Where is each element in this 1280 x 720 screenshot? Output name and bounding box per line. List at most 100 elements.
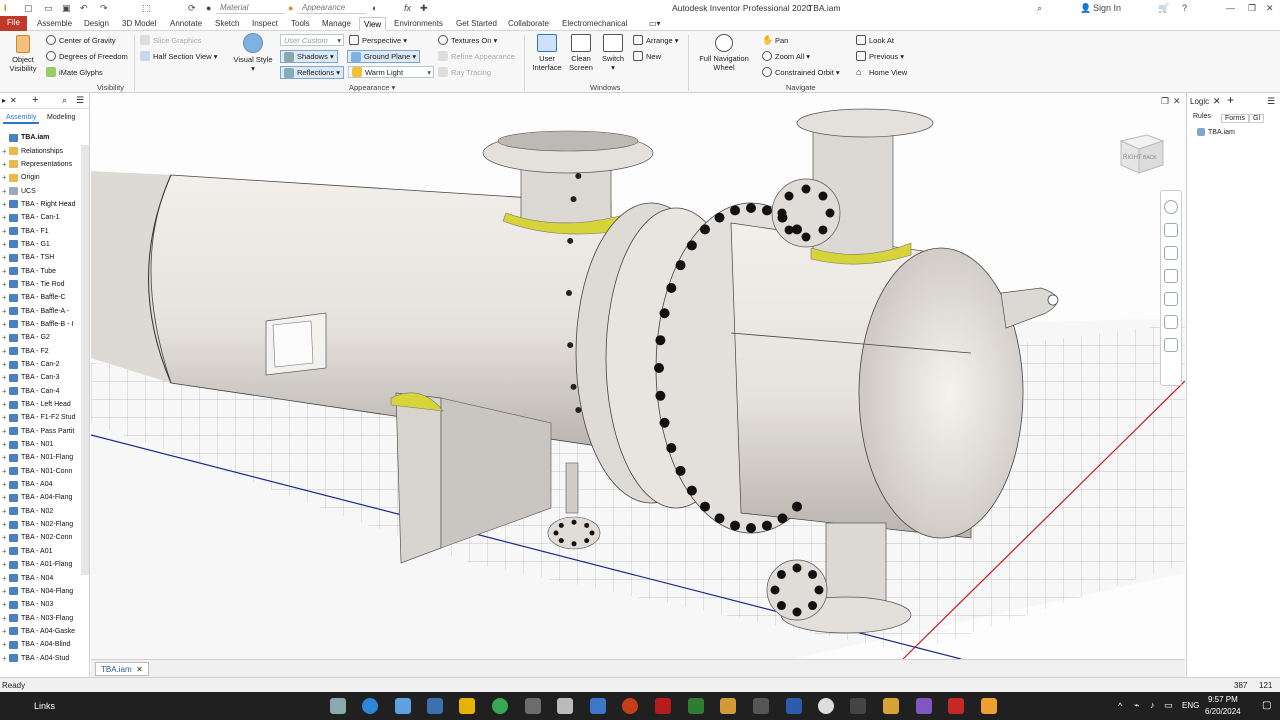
expand-icon[interactable]: + (2, 520, 9, 529)
network-icon[interactable]: ⌁ (1134, 700, 1139, 711)
home-view-button[interactable]: ⌂ Home View (856, 67, 907, 77)
tree-item[interactable]: + Relationships (0, 144, 80, 157)
expand-icon[interactable]: + (2, 227, 9, 236)
tree-item[interactable]: + TBA - F1 (0, 224, 80, 237)
nav-view-face-icon[interactable] (1164, 292, 1178, 306)
browser-options-icon[interactable]: ☰ (76, 95, 84, 106)
user-icon[interactable]: 👤 (1080, 2, 1091, 14)
tab-sketch[interactable]: Sketch (211, 17, 243, 31)
appearance-combo[interactable]: Appearance (298, 1, 366, 14)
acrobat-icon[interactable] (655, 698, 671, 714)
nav-look-icon[interactable] (1164, 315, 1178, 329)
expand-icon[interactable]: + (2, 213, 9, 222)
tab-file[interactable]: File (0, 16, 27, 31)
expand-icon[interactable]: + (2, 560, 9, 569)
tab-electromechanical[interactable]: Electromechanical (558, 17, 631, 31)
installer-icon[interactable] (720, 698, 736, 714)
tab-collaborate[interactable]: Collaborate (504, 17, 553, 31)
chrome-icon[interactable] (492, 698, 508, 714)
view-cube[interactable]: RIGHT BACK (1119, 131, 1165, 175)
ilogic-tab-rules[interactable]: Rules (1193, 113, 1211, 120)
inventor-icon[interactable] (883, 698, 899, 714)
expand-icon[interactable]: + (2, 280, 9, 289)
half-section-view-button[interactable]: Half Section View ▾ (140, 51, 218, 61)
tree-item[interactable]: + TBA - Can-3 (0, 371, 80, 384)
expand-icon[interactable]: + (2, 533, 9, 542)
center-of-gravity-button[interactable]: Center of Gravity (46, 35, 116, 45)
taskbar-links[interactable]: Links (34, 701, 55, 711)
tab-annotate[interactable]: Annotate (166, 17, 206, 31)
expand-icon[interactable]: + (2, 373, 9, 382)
expand-icon[interactable]: + (2, 147, 9, 156)
previous-view-button[interactable]: Previous ▾ (856, 51, 904, 61)
ribbon-options-icon[interactable]: ▭▾ (645, 17, 665, 31)
3d-model-view[interactable] (91, 93, 1185, 659)
app2-icon[interactable] (981, 698, 997, 714)
edge-icon[interactable] (362, 698, 378, 714)
user-custom-select[interactable]: User Custom ▾ (280, 34, 344, 46)
visual-studio-icon[interactable] (916, 698, 932, 714)
clock-time[interactable]: 9:57 PM (1208, 695, 1238, 704)
open-icon[interactable]: ▭ (44, 2, 53, 14)
nav-walk-icon[interactable] (1164, 338, 1178, 352)
reflections-toggle[interactable]: Reflections ▾ (280, 66, 344, 79)
tab-inspect[interactable]: Inspect (248, 17, 282, 31)
battery-icon[interactable]: ▭ (1164, 700, 1173, 711)
zoom-all-button[interactable]: Zoom All ▾ (762, 51, 810, 61)
ray-tracing-button[interactable]: Ray Tracing (438, 67, 491, 77)
clock-date[interactable]: 6/20/2024 (1205, 707, 1241, 716)
task-view-icon[interactable] (330, 698, 346, 714)
visual-style-button[interactable]: Visual Style ▾ (232, 33, 274, 73)
app-icon[interactable] (525, 698, 541, 714)
nav-orbit-icon[interactable] (1164, 269, 1178, 283)
ilogic-close-icon[interactable]: ✕ (1213, 96, 1221, 107)
ilogic-tab-global[interactable]: Gl (1249, 114, 1264, 123)
expand-icon[interactable]: + (2, 240, 9, 249)
expand-icon[interactable]: + (2, 400, 9, 409)
graphics-viewport[interactable]: RIGHT BACK ❐ ✕ (91, 93, 1185, 659)
tree-item[interactable]: + TBA - G1 (0, 238, 80, 251)
tree-item[interactable]: + TBA - Baffle-A - (0, 304, 80, 317)
expand-icon[interactable]: + (2, 173, 9, 182)
save-icon[interactable]: ▣ (62, 2, 71, 14)
remote-icon[interactable] (590, 698, 606, 714)
tab-3d-model[interactable]: 3D Model (118, 17, 160, 31)
tree-item[interactable]: + TBA - Left Head (0, 398, 80, 411)
restore-icon[interactable]: ❐ (1248, 2, 1256, 14)
slice-graphics-button[interactable]: Slice Graphics (140, 35, 201, 45)
language-indicator[interactable]: ENG (1182, 701, 1199, 710)
tree-item[interactable]: + TBA - G2 (0, 331, 80, 344)
tree-item[interactable]: + TBA - A04-Flang (0, 491, 80, 504)
tab-manage[interactable]: Manage (318, 17, 355, 31)
document-tab-close-icon[interactable]: ✕ (136, 665, 143, 674)
tree-item[interactable]: + Representations (0, 158, 80, 171)
tab-view[interactable]: View (359, 17, 387, 31)
browser-search-icon[interactable]: ⌕ (62, 95, 67, 106)
tab-assemble[interactable]: Assemble (33, 17, 76, 31)
word-icon[interactable] (753, 698, 769, 714)
imate-glyphs-button[interactable]: iMate Glyphs (46, 67, 103, 77)
tab-environments[interactable]: Environments (390, 17, 447, 31)
expand-icon[interactable]: + (2, 493, 9, 502)
redo-icon[interactable]: ↷ (100, 2, 108, 14)
app-logo-icon[interactable]: I (4, 2, 7, 14)
browser-menu-icon[interactable]: ▸ (2, 96, 6, 105)
fx-icon[interactable]: fx (404, 2, 411, 14)
camtasia-icon[interactable] (688, 698, 704, 714)
expand-icon[interactable]: + (2, 320, 9, 329)
ilogic-add-icon[interactable]: + (1227, 93, 1234, 107)
tree-item[interactable]: + TBA - A01-Flang (0, 558, 80, 571)
refine-appearance-button[interactable]: Refine Appearance (438, 51, 515, 61)
user-interface-button[interactable]: User Interface (530, 34, 564, 72)
material-combo[interactable]: Material (216, 1, 284, 14)
media-icon[interactable] (850, 698, 866, 714)
ground-plane-toggle[interactable]: Ground Plane ▾ (347, 50, 421, 63)
new-icon[interactable]: ▢ (24, 2, 33, 14)
tree-item[interactable]: + TBA - TSH (0, 251, 80, 264)
shadows-toggle[interactable]: Shadows ▾ (280, 50, 338, 63)
expand-icon[interactable]: + (2, 507, 9, 516)
tab-design[interactable]: Design (80, 17, 113, 31)
viewport-close-icon[interactable]: ✕ (1173, 96, 1181, 107)
object-visibility-button[interactable]: Object Visibility (6, 35, 40, 73)
browser-tab-assembly[interactable]: Assembly (3, 113, 40, 124)
